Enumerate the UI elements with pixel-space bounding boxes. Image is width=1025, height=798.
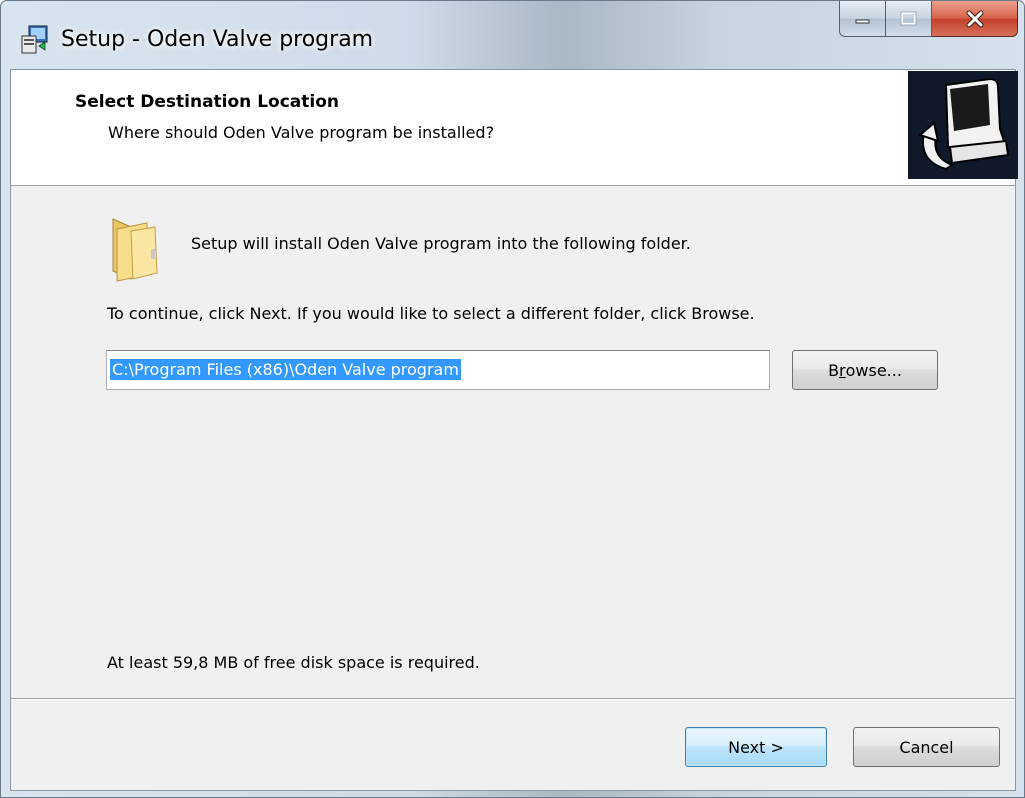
path-value: C:\Program Files (x86)\Oden Valve progra… — [110, 359, 461, 380]
minimize-icon — [855, 19, 869, 23]
footer-separator — [11, 698, 1015, 700]
cancel-button[interactable]: Cancel — [853, 727, 1000, 767]
page-title: Select Destination Location — [75, 92, 339, 112]
intro-text: Setup will install Oden Valve program in… — [191, 234, 691, 253]
browse-label-start: B — [828, 360, 840, 380]
window-title: Setup - Oden Valve program — [61, 27, 374, 52]
caption-buttons — [839, 1, 1018, 39]
maximize-button[interactable] — [886, 1, 932, 37]
wizard-header: Select Destination Location Where should… — [11, 70, 1018, 186]
minimize-button[interactable] — [839, 1, 886, 37]
wizard-client-area: Select Destination Location Where should… — [10, 69, 1018, 791]
instruction-text: To continue, click Next. If you would li… — [107, 304, 755, 323]
disk-space-text: At least 59,8 MB of free disk space is r… — [107, 653, 480, 672]
browse-button[interactable]: Br owse... — [792, 350, 938, 390]
maximize-icon — [900, 11, 916, 25]
setup-window: Setup - Oden Valve program Select Destin… — [0, 0, 1025, 798]
close-icon — [966, 10, 983, 27]
next-button[interactable]: Next > — [685, 727, 827, 767]
wizard-image — [908, 71, 1018, 179]
page-subtitle: Where should Oden Valve program be insta… — [108, 123, 495, 142]
computer-install-icon — [918, 77, 1010, 171]
browse-label-end: owse... — [845, 360, 902, 380]
folder-icon — [112, 218, 158, 282]
browse-label-accel: r — [839, 360, 846, 380]
close-button[interactable] — [932, 1, 1018, 37]
setup-app-icon — [21, 25, 48, 54]
destination-path-input[interactable]: C:\Program Files (x86)\Oden Valve progra… — [106, 350, 770, 390]
